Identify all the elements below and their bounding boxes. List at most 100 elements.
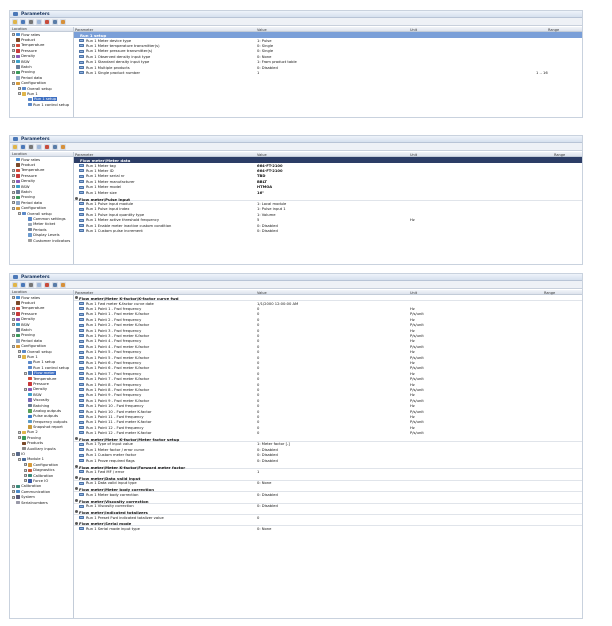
- expand-icon[interactable]: +: [12, 312, 15, 316]
- expand-icon[interactable]: +: [12, 333, 15, 337]
- value-cell[interactable]: 0: [257, 410, 259, 414]
- column-range[interactable]: Range: [548, 28, 559, 32]
- tree-node[interactable]: Customer indicators: [10, 238, 73, 243]
- expand-icon[interactable]: +: [12, 201, 15, 205]
- value-cell[interactable]: 0: [257, 420, 259, 424]
- expand-icon[interactable]: +: [12, 54, 15, 58]
- expand-icon[interactable]: +: [12, 33, 15, 37]
- expand-icon[interactable]: +: [18, 430, 21, 434]
- table-row[interactable]: Run 1 Single product number 1 1 .. 16: [74, 70, 582, 75]
- expand-icon[interactable]: +: [12, 317, 15, 321]
- expand-icon[interactable]: +: [24, 479, 27, 483]
- value-cell[interactable]: 1: [257, 470, 259, 474]
- value-cell[interactable]: 0: Disabled: [257, 453, 278, 457]
- column-value[interactable]: Value: [257, 153, 267, 157]
- value-cell[interactable]: 0: None: [257, 527, 271, 531]
- list-button[interactable]: [52, 18, 58, 25]
- collapse-icon[interactable]: -: [18, 355, 21, 359]
- expand-icon[interactable]: +: [12, 323, 15, 327]
- expand-icon[interactable]: +: [12, 179, 15, 183]
- tree-node[interactable]: Run 1 control setup: [10, 102, 73, 107]
- value-cell[interactable]: 1: From product table: [257, 60, 297, 64]
- collapse-icon[interactable]: -: [24, 371, 27, 375]
- expand-icon[interactable]: +: [12, 190, 15, 194]
- value-cell[interactable]: 0: Disabled: [257, 504, 278, 508]
- value-cell[interactable]: 1/1/2000 12:00:00 AM: [257, 302, 298, 306]
- value-cell[interactable]: 0: [257, 356, 259, 360]
- funnel-button[interactable]: [60, 18, 66, 25]
- column-range[interactable]: Range: [544, 291, 555, 295]
- value-cell[interactable]: 0: [257, 516, 259, 520]
- funnel-button[interactable]: [60, 281, 66, 288]
- expand-icon[interactable]: +: [24, 387, 27, 391]
- expand-icon[interactable]: +: [18, 436, 21, 440]
- expand-icon[interactable]: +: [24, 474, 27, 478]
- folder-button[interactable]: [12, 281, 18, 288]
- column-unit[interactable]: Unit: [410, 28, 417, 32]
- value-cell[interactable]: 1: [257, 71, 259, 75]
- expand-icon[interactable]: +: [12, 490, 15, 494]
- column-unit[interactable]: Unit: [410, 291, 417, 295]
- value-cell[interactable]: 0: [257, 372, 259, 376]
- value-cell[interactable]: 0: [257, 383, 259, 387]
- value-cell[interactable]: 0: Disabled: [257, 448, 278, 452]
- expand-icon[interactable]: +: [12, 60, 15, 64]
- value-cell[interactable]: 0: Single: [257, 49, 273, 53]
- value-cell[interactable]: 0: [257, 350, 259, 354]
- expand-icon[interactable]: +: [12, 296, 15, 300]
- value-cell[interactable]: 0: [257, 377, 259, 381]
- expand-icon[interactable]: +: [12, 185, 15, 189]
- value-cell[interactable]: 0: [257, 312, 259, 316]
- tree-node[interactable]: Serialnumbers: [10, 500, 73, 505]
- save-button[interactable]: [20, 281, 26, 288]
- value-cell[interactable]: 0: [257, 345, 259, 349]
- value-cell[interactable]: 0: Disabled: [257, 224, 278, 228]
- expand-icon[interactable]: +: [24, 463, 27, 467]
- funnel-button[interactable]: [60, 143, 66, 150]
- expand-icon[interactable]: +: [12, 168, 15, 172]
- list-button[interactable]: [52, 143, 58, 150]
- collapse-icon[interactable]: -: [18, 212, 21, 216]
- collapse-icon[interactable]: -: [18, 457, 21, 461]
- value-cell[interactable]: 1: Local module: [257, 202, 286, 206]
- value-cell[interactable]: 16": [257, 191, 264, 195]
- value-cell[interactable]: 1: Pulse: [257, 39, 271, 43]
- expand-icon[interactable]: +: [12, 43, 15, 47]
- collapse-icon[interactable]: -: [18, 92, 21, 96]
- expand-icon[interactable]: +: [18, 87, 21, 91]
- value-cell[interactable]: 0: [257, 307, 259, 311]
- value-cell[interactable]: 0: Disabled: [257, 459, 278, 463]
- column-parameter[interactable]: Parameter: [75, 291, 93, 295]
- column-unit[interactable]: Unit: [410, 153, 417, 157]
- value-cell[interactable]: TBD: [257, 174, 265, 178]
- value-cell[interactable]: 0: Single: [257, 44, 273, 48]
- expand-icon[interactable]: +: [12, 70, 15, 74]
- value-cell[interactable]: 1: Pulse input 1: [257, 207, 286, 211]
- value-cell[interactable]: 0: [257, 388, 259, 392]
- value-cell[interactable]: 0: [257, 361, 259, 365]
- value-cell[interactable]: 0: Disabled: [257, 493, 278, 497]
- column-parameter[interactable]: Parameter: [75, 28, 93, 32]
- folder-button[interactable]: [12, 18, 18, 25]
- print-button[interactable]: [28, 18, 34, 25]
- print-button[interactable]: [28, 281, 34, 288]
- collapse-icon[interactable]: -: [12, 81, 15, 85]
- filter-button[interactable]: [44, 143, 50, 150]
- value-cell[interactable]: 0: [257, 393, 259, 397]
- value-cell[interactable]: 0: [257, 334, 259, 338]
- value-cell[interactable]: 0: [257, 415, 259, 419]
- collapse-icon[interactable]: -: [12, 344, 15, 348]
- copy-button[interactable]: [36, 143, 42, 150]
- value-cell[interactable]: 1: Meter factor [-]: [257, 442, 290, 446]
- expand-icon[interactable]: +: [12, 49, 15, 53]
- value-cell[interactable]: BBLT: [257, 180, 267, 184]
- expand-icon[interactable]: +: [12, 195, 15, 199]
- value-cell[interactable]: 0: [257, 404, 259, 408]
- column-parameter[interactable]: Parameter: [75, 153, 93, 157]
- folder-button[interactable]: [12, 143, 18, 150]
- expand-icon[interactable]: +: [12, 306, 15, 310]
- copy-button[interactable]: [36, 281, 42, 288]
- value-cell[interactable]: 0: [257, 431, 259, 435]
- save-button[interactable]: [20, 143, 26, 150]
- value-cell[interactable]: 664-FT-2100: [257, 169, 283, 173]
